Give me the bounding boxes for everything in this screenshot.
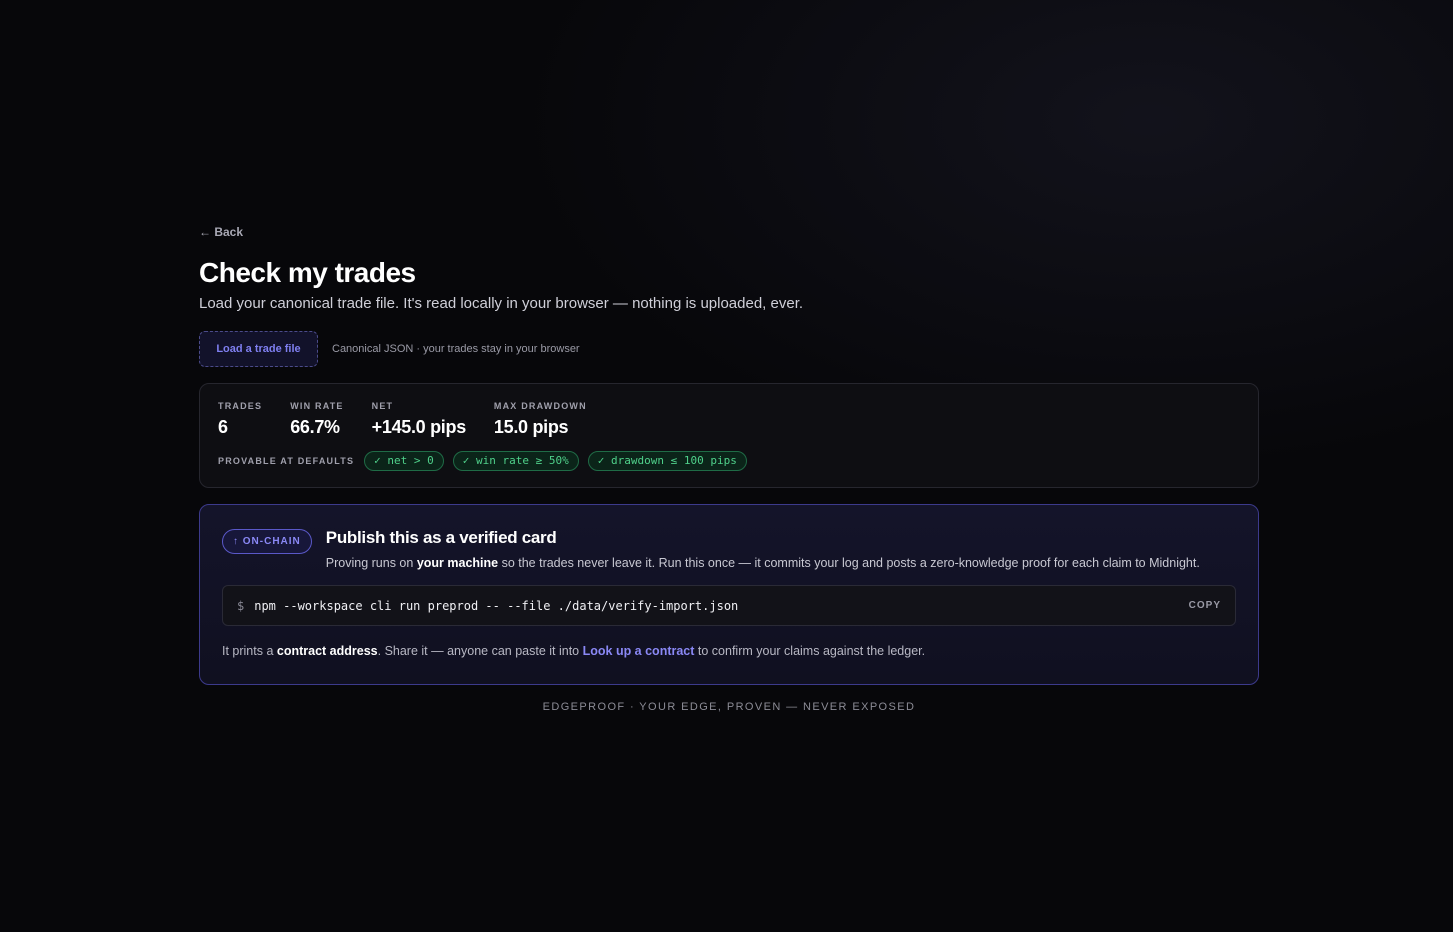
load-trade-file-button[interactable]: Load a trade file: [199, 331, 318, 367]
stat-win-rate: WIN RATE 66.7%: [290, 400, 343, 439]
foot-text: . Share it — anyone can paste it into: [377, 644, 583, 658]
desc-bold: your machine: [416, 556, 499, 570]
publish-footnote: It prints a contract address. Share it —…: [222, 643, 1236, 659]
publish-description: Proving runs on your machine so the trad…: [326, 555, 1200, 571]
copy-button[interactable]: COPY: [1189, 600, 1221, 611]
back-link[interactable]: ← Back: [199, 222, 243, 242]
stat-value: 6: [218, 417, 228, 437]
provable-row: PROVABLE AT DEFAULTS ✓ net > 0 ✓ win rat…: [218, 451, 1240, 471]
desc-text: so the trades never leave it. Run this o…: [498, 556, 1200, 570]
publish-title: Publish this as a verified card: [325, 528, 557, 547]
desc-text: Proving runs on: [325, 556, 417, 570]
stat-trades: TRADES 6: [218, 400, 262, 439]
stat-label: TRADES: [218, 401, 263, 411]
stat-label: NET: [371, 401, 394, 411]
page-title: Check my trades: [199, 257, 416, 288]
stat-label: WIN RATE: [290, 401, 344, 411]
command-box: $ npm --workspace cli run preprod -- --f…: [222, 585, 1236, 626]
stats-card: TRADES 6 WIN RATE 66.7% NET +145.0 pips …: [199, 383, 1259, 488]
load-row: Load a trade file Canonical JSON · your …: [199, 331, 1259, 367]
stat-value: +145.0 pips: [371, 417, 467, 437]
stat-value: 15.0 pips: [493, 417, 569, 437]
publish-header: ↑ ON-CHAIN Publish this as a verified ca…: [222, 527, 1236, 571]
on-chain-badge: ↑ ON-CHAIN: [222, 529, 312, 554]
stat-net: NET +145.0 pips: [371, 400, 467, 439]
page-container: ← Back Check my trades Load your canonic…: [199, 222, 1259, 713]
shell-prompt: $: [237, 598, 245, 613]
claim-pill-net: ✓ net > 0: [364, 451, 444, 471]
stat-max-drawdown: MAX DRAWDOWN 15.0 pips: [494, 400, 587, 439]
claim-pill-win-rate: ✓ win rate ≥ 50%: [452, 451, 579, 471]
foot-text: to confirm your claims against the ledge…: [694, 644, 926, 658]
foot-text: It prints a: [222, 644, 277, 658]
publish-card: ↑ ON-CHAIN Publish this as a verified ca…: [199, 504, 1259, 685]
publish-text: Publish this as a verified card Proving …: [326, 527, 1200, 571]
page-footer: EDGEPROOF · YOUR EDGE, PROVEN — NEVER EX…: [542, 701, 916, 713]
foot-bold: contract address: [276, 644, 378, 658]
claim-pill-drawdown: ✓ drawdown ≤ 100 pips: [587, 451, 747, 471]
provable-label: PROVABLE AT DEFAULTS: [218, 456, 355, 466]
stat-label: MAX DRAWDOWN: [493, 401, 587, 411]
page-subtitle: Load your canonical trade file. It's rea…: [199, 295, 804, 312]
command-text[interactable]: npm --workspace cli run preprod -- --fil…: [254, 599, 1188, 613]
stats-row: TRADES 6 WIN RATE 66.7% NET +145.0 pips …: [218, 400, 1240, 439]
load-note: Canonical JSON · your trades stay in you…: [332, 343, 580, 355]
lookup-contract-link[interactable]: Look up a contract: [583, 644, 695, 658]
stat-value: 66.7%: [290, 417, 340, 437]
